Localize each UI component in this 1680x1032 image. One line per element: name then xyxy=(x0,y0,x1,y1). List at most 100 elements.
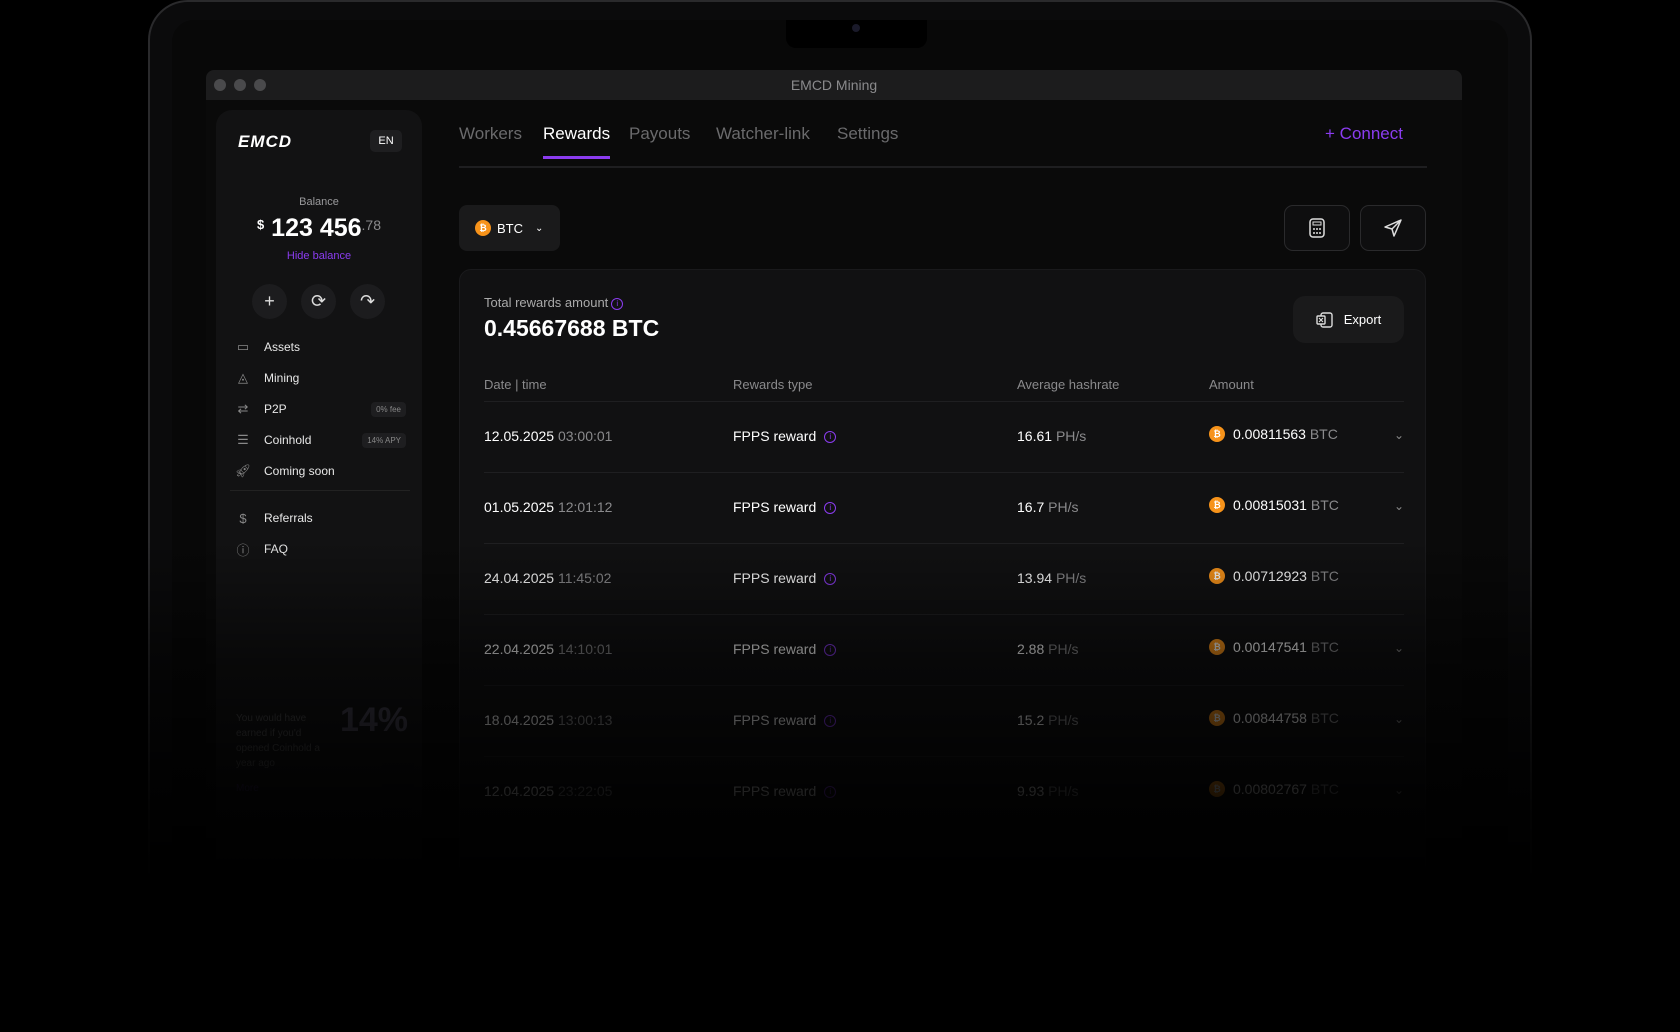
calculator-button[interactable] xyxy=(1284,205,1350,251)
promo-percent: 14% xyxy=(339,701,408,739)
promo-text: You would have earned if you'd opened Co… xyxy=(236,713,320,769)
chevron-down-icon[interactable]: ⌄ xyxy=(1394,712,1404,726)
hide-balance-link[interactable]: Hide balance xyxy=(216,250,422,262)
promo-more-link[interactable]: More xyxy=(236,783,259,794)
tab-workers[interactable]: Workers xyxy=(459,124,522,156)
send-icon: ↷ xyxy=(359,291,376,311)
time: 03:00:01 xyxy=(557,428,613,444)
paper-plane-icon xyxy=(1384,219,1402,237)
row-hashrate: 16.61 PH/s xyxy=(1017,428,1086,444)
hashrate-value: 13.94 xyxy=(1017,570,1053,586)
column-header-date: Date | time xyxy=(484,377,547,392)
window-title: EMCD Mining xyxy=(790,77,878,93)
connect-button[interactable]: + Connect xyxy=(1325,124,1403,144)
column-header-amount: Amount xyxy=(1209,377,1254,392)
sidebar-item-label: Mining xyxy=(264,371,300,385)
info-icon[interactable]: i xyxy=(824,644,837,657)
btc-icon: ₿ xyxy=(1209,497,1225,513)
chevron-down-icon[interactable]: ⌄ xyxy=(1394,499,1404,513)
row-amount: ₿ 0.00811563 BTC xyxy=(1209,426,1338,442)
sidebar-item-faq[interactable]: ⓘ FAQ xyxy=(234,536,406,562)
sidebar-item-label: Assets xyxy=(264,340,301,354)
table-row[interactable]: 22.04.2025 14:10:01 FPPS reward i 2.88 PH… xyxy=(484,614,1404,685)
export-label: Export xyxy=(1343,312,1382,327)
apy-badge: 14% APY xyxy=(362,432,406,448)
reward-type: FPPS reward xyxy=(733,499,817,515)
exchange-icon: ⟳ xyxy=(310,291,327,311)
database-icon: ☰ xyxy=(237,432,249,447)
tab-payouts[interactable]: Payouts xyxy=(629,124,690,156)
hashrate-unit: PH/s xyxy=(1048,712,1079,728)
sidebar-item-label: FAQ xyxy=(264,542,289,556)
hashrate-unit: PH/s xyxy=(1048,783,1079,799)
row-hashrate: 2.88 PH/s xyxy=(1017,641,1078,657)
send-button[interactable]: ↷ xyxy=(350,284,385,319)
hashrate-value: 9.93 xyxy=(1017,783,1045,799)
currency-symbol: $ xyxy=(256,217,265,232)
table-row[interactable]: 24.04.2025 11:45:02 FPPS reward i 13.94 P… xyxy=(484,543,1404,614)
sidebar-item-p2p[interactable]: ⇄ P2P 0% fee xyxy=(234,396,406,422)
chevron-down-icon[interactable]: ⌄ xyxy=(1394,428,1404,442)
chevron-down-icon: ⌄ xyxy=(535,222,544,234)
time: 12:01:12 xyxy=(557,499,613,515)
total-rewards-label: Total rewards amount i xyxy=(484,295,624,310)
sidebar-item-mining[interactable]: ◬ Mining xyxy=(234,365,406,391)
sidebar-item-assets[interactable]: ▭ Assets xyxy=(234,334,406,360)
row-date: 01.05.2025 12:01:12 xyxy=(484,499,612,515)
send-rewards-button[interactable] xyxy=(1360,205,1426,251)
row-hashrate: 13.94 PH/s xyxy=(1017,570,1086,586)
amount-value: 0.00147541 xyxy=(1233,639,1307,655)
info-icon[interactable]: i xyxy=(824,786,837,799)
amount-coin: BTC xyxy=(1310,781,1339,797)
sidebar-item-label: Referrals xyxy=(264,511,313,525)
coinhold-promo-card[interactable]: You would have earned if you'd opened Co… xyxy=(224,693,414,813)
deposit-button[interactable]: + xyxy=(252,284,287,319)
sidebar-item-referrals[interactable]: $ Referrals xyxy=(234,505,406,531)
hashrate-unit: PH/s xyxy=(1055,428,1087,444)
excel-icon xyxy=(1316,311,1333,328)
sidebar-item-coming-soon[interactable]: 🚀︎ Coming soon xyxy=(234,458,406,484)
amount-coin: BTC xyxy=(1310,497,1339,513)
column-header-hashrate: Average hashrate xyxy=(1017,377,1120,392)
fee-badge: 0% fee xyxy=(371,401,406,417)
btc-icon: ₿ xyxy=(1209,781,1225,797)
sidebar-item-label: P2P xyxy=(264,402,287,416)
info-icon[interactable]: i xyxy=(824,573,837,586)
chevron-down-icon[interactable]: ⌄ xyxy=(1394,641,1404,655)
total-label-text: Total rewards amount xyxy=(484,295,609,310)
amount-value: 0.00844758 xyxy=(1233,710,1307,726)
reward-type: FPPS reward xyxy=(733,783,817,799)
hashrate-unit: PH/s xyxy=(1055,570,1087,586)
hashrate-value: 16.7 xyxy=(1017,499,1045,515)
hashrate-unit: PH/s xyxy=(1048,499,1079,515)
export-button[interactable]: Export xyxy=(1293,296,1404,343)
table-row[interactable]: 12.05.2025 03:00:01 FPPS reward i 16.61 P… xyxy=(484,401,1404,472)
help-icon: ⓘ xyxy=(236,542,250,558)
exchange-button[interactable]: ⟳ xyxy=(301,284,336,319)
hashrate-unit: PH/s xyxy=(1048,641,1079,657)
sidebar-item-coinhold[interactable]: ☰ Coinhold 14% APY xyxy=(234,427,406,453)
info-icon[interactable]: i xyxy=(611,297,624,310)
info-icon[interactable]: i xyxy=(824,715,837,728)
info-icon[interactable]: i xyxy=(824,431,837,444)
language-button[interactable]: EN xyxy=(370,130,402,152)
reward-type: FPPS reward xyxy=(733,641,817,657)
row-type: FPPS reward i xyxy=(733,570,837,586)
coin-select-value: BTC xyxy=(497,220,523,236)
table-row[interactable]: 01.05.2025 12:01:12 FPPS reward i 16.7 PH… xyxy=(484,472,1404,543)
tab-settings[interactable]: Settings xyxy=(837,124,898,156)
time: 11:45:02 xyxy=(557,570,612,586)
amount-value: 0.00811563 xyxy=(1233,426,1306,442)
emcd-logo[interactable]: EMCD xyxy=(238,132,292,152)
coin-select[interactable]: ₿ BTC ⌄ xyxy=(459,205,560,251)
amount-coin: BTC xyxy=(1310,568,1339,584)
tab-watcher-link[interactable]: Watcher-link xyxy=(716,124,810,156)
chevron-down-icon[interactable]: ⌄ xyxy=(1394,783,1404,797)
tab-rewards[interactable]: Rewards xyxy=(543,124,611,159)
row-amount: ₿ 0.00844758 BTC xyxy=(1209,710,1339,726)
info-icon[interactable]: i xyxy=(824,502,837,515)
table-row[interactable]: 18.04.2025 13:00:13 FPPS reward i 15.2 PH… xyxy=(484,685,1404,756)
balance-cents: .78 xyxy=(361,217,382,233)
row-type: FPPS reward i xyxy=(733,783,837,799)
table-row[interactable]: 12.04.2025 23:22:05 FPPS reward i 9.93 PH… xyxy=(484,756,1404,827)
